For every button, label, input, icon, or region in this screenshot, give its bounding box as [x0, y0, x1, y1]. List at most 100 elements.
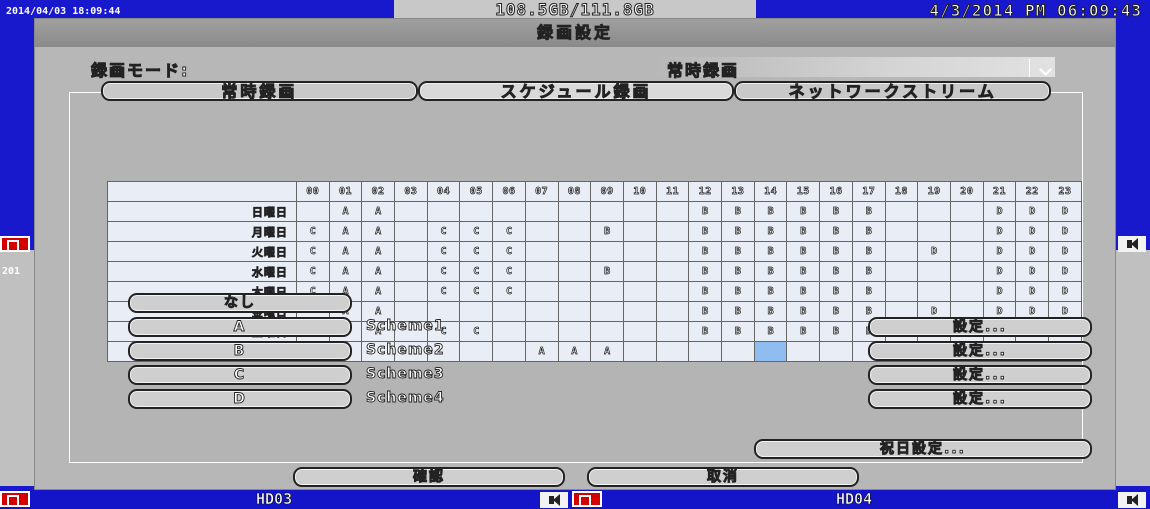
- schedule-cell[interactable]: B: [786, 301, 821, 322]
- schedule-cell[interactable]: [721, 341, 755, 362]
- schedule-cell[interactable]: [753, 341, 788, 362]
- schedule-cell[interactable]: [524, 321, 559, 342]
- schedule-cell[interactable]: B: [688, 281, 723, 302]
- schedule-cell[interactable]: [492, 341, 526, 362]
- schedule-cell[interactable]: B: [721, 261, 755, 282]
- schedule-cell[interactable]: [394, 261, 428, 282]
- schedule-cell[interactable]: [622, 341, 657, 362]
- speaker-icon[interactable]: [1118, 236, 1146, 252]
- scheme-3-settings-button[interactable]: 設定...: [868, 365, 1092, 385]
- schedule-cell[interactable]: [524, 261, 559, 282]
- schedule-cell[interactable]: B: [721, 301, 755, 322]
- schedule-cell[interactable]: B: [688, 221, 723, 242]
- chevron-down-icon[interactable]: [1029, 59, 1059, 77]
- schedule-cell[interactable]: [655, 341, 690, 362]
- schedule-cell[interactable]: [622, 301, 657, 322]
- schedule-cell[interactable]: [884, 261, 919, 282]
- cancel-button[interactable]: 取消: [587, 467, 859, 487]
- schedule-cell[interactable]: B: [721, 321, 755, 342]
- schedule-cell[interactable]: A: [328, 241, 363, 262]
- schedule-cell[interactable]: [655, 321, 690, 342]
- schedule-cell[interactable]: D: [982, 241, 1017, 262]
- tab-continuous[interactable]: 常時録画: [101, 81, 418, 101]
- schedule-cell[interactable]: [524, 241, 559, 262]
- speaker-icon[interactable]: [1118, 492, 1146, 508]
- schedule-cell[interactable]: B: [819, 201, 853, 222]
- schedule-cell[interactable]: A: [361, 281, 396, 302]
- schedule-cell[interactable]: B: [753, 241, 788, 262]
- schedule-cell[interactable]: B: [688, 301, 723, 322]
- schedule-cell[interactable]: B: [786, 221, 821, 242]
- schedule-cell[interactable]: B: [851, 221, 886, 242]
- holiday-settings-button[interactable]: 祝日設定...: [754, 439, 1092, 459]
- schedule-cell[interactable]: B: [753, 261, 788, 282]
- schedule-cell[interactable]: A: [361, 221, 396, 242]
- schedule-cell[interactable]: C: [459, 281, 494, 302]
- schedule-cell[interactable]: [655, 241, 690, 262]
- schedule-cell[interactable]: [394, 201, 428, 222]
- schedule-cell[interactable]: [492, 321, 526, 342]
- schedule-cell[interactable]: C: [492, 241, 526, 262]
- schedule-cell[interactable]: [394, 241, 428, 262]
- schedule-cell[interactable]: [884, 221, 919, 242]
- schedule-cell[interactable]: C: [426, 221, 461, 242]
- schedule-cell[interactable]: B: [819, 221, 853, 242]
- schedule-cell[interactable]: B: [851, 201, 886, 222]
- schedule-cell[interactable]: B: [753, 221, 788, 242]
- schedule-cell[interactable]: B: [753, 321, 788, 342]
- schedule-cell[interactable]: [622, 321, 657, 342]
- schedule-cell[interactable]: B: [851, 281, 886, 302]
- schedule-cell[interactable]: [492, 301, 526, 322]
- schedule-cell[interactable]: B: [819, 261, 853, 282]
- scheme-d-button[interactable]: D: [128, 389, 352, 409]
- schedule-cell[interactable]: B: [753, 281, 788, 302]
- schedule-cell[interactable]: C: [295, 241, 330, 262]
- schedule-cell[interactable]: C: [426, 241, 461, 262]
- schedule-cell[interactable]: C: [426, 281, 461, 302]
- confirm-button[interactable]: 確認: [293, 467, 565, 487]
- schedule-cell[interactable]: C: [426, 261, 461, 282]
- schedule-cell[interactable]: [459, 341, 494, 362]
- schedule-cell[interactable]: [655, 281, 690, 302]
- schedule-cell[interactable]: B: [721, 201, 755, 222]
- schedule-cell[interactable]: C: [492, 221, 526, 242]
- schedule-cell[interactable]: D: [1015, 221, 1050, 242]
- schedule-cell[interactable]: C: [459, 261, 494, 282]
- none-button[interactable]: なし: [128, 293, 352, 313]
- schedule-cell[interactable]: A: [557, 341, 592, 362]
- schedule-cell[interactable]: [622, 221, 657, 242]
- schedule-cell[interactable]: [557, 261, 592, 282]
- schedule-cell[interactable]: A: [328, 261, 363, 282]
- schedule-cell[interactable]: B: [688, 241, 723, 262]
- schedule-cell[interactable]: [557, 221, 592, 242]
- schedule-cell[interactable]: [557, 321, 592, 342]
- schedule-cell[interactable]: C: [459, 241, 494, 262]
- schedule-cell[interactable]: [295, 201, 330, 222]
- schedule-cell[interactable]: [688, 341, 723, 362]
- schedule-cell[interactable]: [949, 261, 984, 282]
- schedule-cell[interactable]: D: [982, 281, 1017, 302]
- schedule-cell[interactable]: [917, 201, 951, 222]
- schedule-cell[interactable]: [557, 241, 592, 262]
- schedule-cell[interactable]: B: [786, 241, 821, 262]
- schedule-cell[interactable]: D: [1015, 261, 1050, 282]
- schedule-cell[interactable]: [557, 281, 592, 302]
- schedule-cell[interactable]: [949, 201, 984, 222]
- schedule-cell[interactable]: [557, 201, 592, 222]
- schedule-cell[interactable]: [394, 221, 428, 242]
- scheme-a-button[interactable]: A: [128, 317, 352, 337]
- schedule-cell[interactable]: [426, 201, 461, 222]
- speaker-icon[interactable]: [540, 492, 568, 508]
- schedule-cell[interactable]: C: [492, 281, 526, 302]
- schedule-cell[interactable]: C: [459, 221, 494, 242]
- schedule-cell[interactable]: [917, 281, 951, 302]
- schedule-cell[interactable]: [949, 241, 984, 262]
- schedule-cell[interactable]: [655, 221, 690, 242]
- schedule-cell[interactable]: B: [851, 241, 886, 262]
- schedule-cell[interactable]: A: [361, 241, 396, 262]
- scheme-4-settings-button[interactable]: 設定...: [868, 389, 1092, 409]
- schedule-cell[interactable]: D: [1048, 221, 1082, 242]
- schedule-cell[interactable]: D: [1048, 261, 1082, 282]
- schedule-cell[interactable]: [459, 201, 494, 222]
- schedule-cell[interactable]: D: [982, 201, 1017, 222]
